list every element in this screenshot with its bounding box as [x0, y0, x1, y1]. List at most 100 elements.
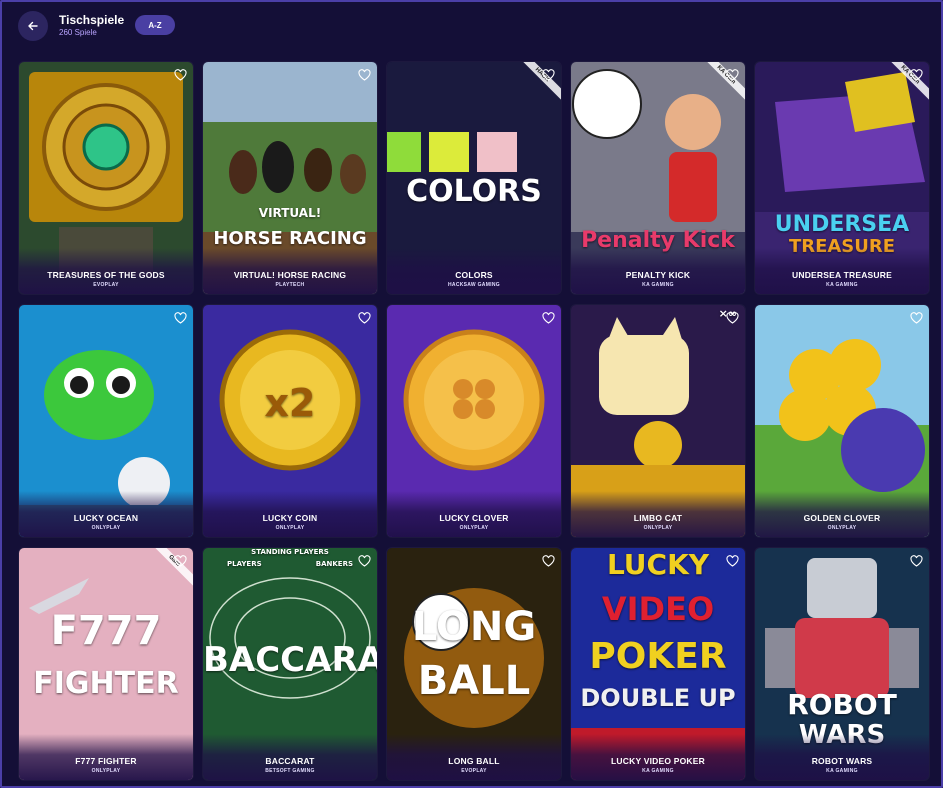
game-card[interactable]: LUCKY CLOVER ONLYPLAY	[387, 305, 561, 537]
favorite-button[interactable]	[541, 554, 555, 568]
game-card[interactable]: ROBOTWARS ROBOT WARS KA GAMING	[755, 548, 929, 780]
game-card[interactable]: LUCKY VIDEO POKER DOUBLE UP LUCKY VIDEO POK…	[571, 548, 745, 780]
game-card[interactable]: LUCKY OCEAN ONLYPLAY	[19, 305, 193, 537]
game-provider: EVOPLAY	[461, 768, 487, 774]
art-text: STANDING PLAYERS	[251, 548, 329, 556]
game-name: UNDERSEA TREASURE	[792, 270, 892, 280]
game-name: LUCKY OCEAN	[73, 513, 139, 523]
heart-icon	[357, 312, 371, 324]
game-provider: KA GAMING	[826, 282, 858, 288]
arrow-left-icon	[28, 21, 38, 31]
game-provider: KA GAMING	[642, 282, 674, 288]
art-text: POKER	[589, 636, 727, 677]
game-provider: ONLYPLAY	[459, 525, 489, 531]
game-card[interactable]: COLORS HACK COLORS HACKSAW GAMING	[387, 62, 561, 294]
game-provider: ONLYPLAY	[91, 768, 121, 774]
game-provider: EVOPLAY	[93, 282, 119, 288]
game-provider: HACKSAW GAMING	[448, 282, 500, 288]
back-button[interactable]	[18, 11, 48, 41]
game-card[interactable]: F777 FIGHTER Gam F777 FIGHTER ONLYPLAY	[19, 548, 193, 780]
favorite-button[interactable]	[173, 311, 187, 325]
game-name: TREASURES OF THE GODS	[47, 270, 165, 280]
heart-icon	[173, 555, 187, 567]
game-card[interactable]: GOLDEN CLOVER ONLYPLAY	[755, 305, 929, 537]
art-text: COLORS	[406, 174, 542, 209]
favorite-button[interactable]	[357, 554, 371, 568]
art-text: x2	[264, 381, 316, 425]
favorite-button[interactable]	[909, 311, 923, 325]
game-provider: PLAYTECH	[275, 282, 305, 288]
art-text: BANKERS	[315, 560, 353, 568]
game-name: LUCKY VIDEO POKER	[611, 756, 705, 766]
heart-icon	[541, 555, 555, 567]
art-text: LONG	[411, 604, 537, 650]
game-provider: BETSOFT GAMING	[265, 768, 315, 774]
heart-icon	[357, 555, 371, 567]
game-name: COLORS	[455, 270, 493, 280]
heart-icon	[725, 312, 739, 324]
game-provider: ONLYPLAY	[275, 525, 305, 531]
game-card[interactable]: TREASURES OF THE GODS EVOPLAY	[19, 62, 193, 294]
heart-icon	[909, 555, 923, 567]
app-frame: Tischspiele 260 Spiele A-Z TREASURES OF …	[0, 0, 943, 788]
game-name: LONG BALL	[448, 756, 500, 766]
games-grid: TREASURES OF THE GODS EVOPLAY VIRTUAL! HO…	[19, 62, 929, 780]
favorite-button[interactable]	[173, 554, 187, 568]
art-text: F777	[50, 608, 162, 654]
art-text: HORSE RACING	[213, 228, 367, 249]
game-card[interactable]: x2 LUCKY COIN ONLYPLAY	[203, 305, 377, 537]
heart-icon	[541, 69, 555, 81]
art-text: VIRTUAL!	[258, 206, 322, 220]
game-card[interactable]: VIRTUAL! HORSE RACING VIRTUAL! HORSE RACI…	[203, 62, 377, 294]
game-name: LUCKY CLOVER	[439, 513, 509, 523]
game-provider: KA GAMING	[642, 768, 674, 774]
art-text: FIGHTER	[33, 666, 179, 701]
favorite-button[interactable]	[541, 68, 555, 82]
heart-icon	[725, 555, 739, 567]
art-text: BALL	[417, 658, 531, 704]
heart-icon	[173, 312, 187, 324]
game-card[interactable]: UNDERSEA TREASURE KA Gam UNDERSEA TREASUR…	[755, 62, 929, 294]
favorite-button[interactable]	[725, 554, 739, 568]
art-text: PLAYERS	[227, 560, 262, 568]
game-name: ROBOT WARS	[811, 756, 873, 766]
favorite-button[interactable]	[725, 311, 739, 325]
game-name: VIRTUAL! HORSE RACING	[233, 270, 347, 280]
game-name: GOLDEN CLOVER	[803, 513, 881, 523]
game-card[interactable]: STANDING PLAYERS PLAYERS BANKERS BACCARAT B…	[203, 548, 377, 780]
sort-az-button[interactable]: A-Z	[135, 15, 175, 35]
art-text: UNDERSEA	[774, 212, 910, 237]
header: Tischspiele 260 Spiele A-Z	[18, 11, 918, 41]
heart-icon	[357, 69, 371, 81]
game-name: PENALTY KICK	[625, 270, 691, 280]
game-name: BACCARAT	[265, 756, 315, 766]
game-count: 260 Spiele	[59, 28, 97, 37]
favorite-button[interactable]	[357, 311, 371, 325]
art-text: DOUBLE UP	[580, 684, 736, 712]
heart-icon	[541, 312, 555, 324]
art-text: VIDEO	[601, 590, 715, 628]
art-text: LUCKY	[606, 548, 710, 581]
favorite-button[interactable]	[173, 68, 187, 82]
favorite-button[interactable]	[725, 68, 739, 82]
heart-icon	[173, 69, 187, 81]
art-text: ROBOT	[787, 688, 897, 721]
favorite-button[interactable]	[909, 554, 923, 568]
game-card[interactable]: ×∞ LIMBO CAT ONLYPLAY	[571, 305, 745, 537]
art-text: BACCARAT	[203, 640, 377, 680]
heart-icon	[909, 312, 923, 324]
game-name: LIMBO CAT	[633, 513, 683, 523]
game-provider: KA GAMING	[826, 768, 858, 774]
favorite-button[interactable]	[909, 68, 923, 82]
game-provider: ONLYPLAY	[643, 525, 673, 531]
favorite-button[interactable]	[357, 68, 371, 82]
game-provider: ONLYPLAY	[91, 525, 121, 531]
page-title: Tischspiele	[59, 13, 125, 27]
game-name: LUCKY COIN	[262, 513, 318, 523]
favorite-button[interactable]	[541, 311, 555, 325]
game-card[interactable]: LONG BALL LONG BALL EVOPLAY	[387, 548, 561, 780]
game-card[interactable]: Penalty Kick KA Gam PENALTY KICK KA GAMI…	[571, 62, 745, 294]
heart-icon	[909, 69, 923, 81]
game-provider: ONLYPLAY	[827, 525, 857, 531]
game-name: F777 FIGHTER	[75, 756, 137, 766]
